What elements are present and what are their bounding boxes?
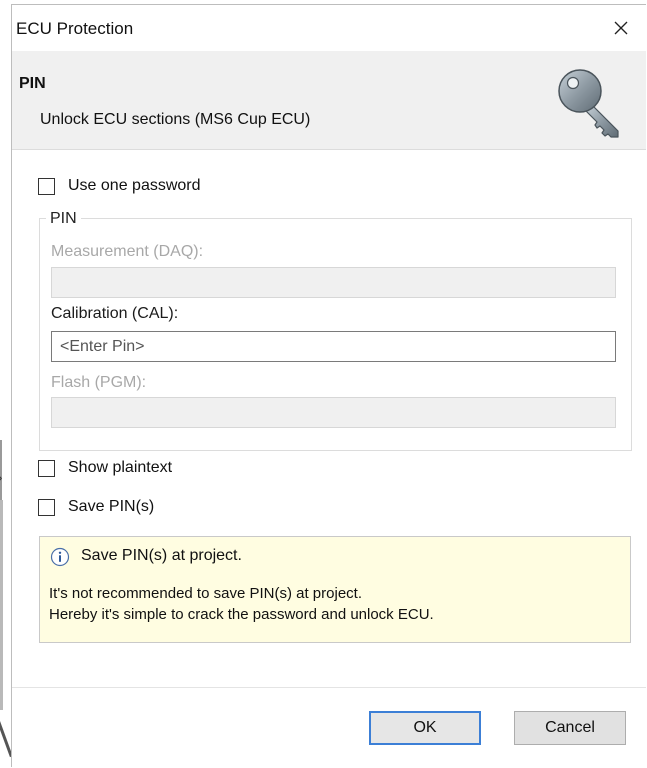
save-pins-label: Save PIN(s) [68, 498, 155, 515]
show-plaintext-checkbox[interactable] [38, 459, 55, 477]
measurement-input [52, 268, 615, 297]
use-one-password-label: Use one password [68, 177, 201, 194]
info-panel: Save PIN(s) at project. It's not recomme… [39, 536, 631, 643]
window-title: ECU Protection [16, 19, 134, 38]
save-pins-checkbox[interactable] [38, 498, 55, 516]
ok-button[interactable]: OK [369, 711, 481, 745]
calibration-field[interactable] [51, 331, 616, 362]
cancel-button[interactable]: Cancel [514, 711, 626, 745]
use-one-password-option[interactable]: Use one password [38, 175, 201, 197]
header-title: PIN [19, 75, 46, 92]
show-plaintext-option[interactable]: Show plaintext [38, 457, 172, 479]
dialog-header: PIN Unlock ECU sections (MS6 Cup ECU) [12, 51, 646, 150]
flash-label: Flash (PGM): [51, 374, 147, 391]
close-button[interactable] [606, 13, 636, 43]
background-window-glyph: › [0, 470, 2, 485]
flash-input [52, 398, 615, 427]
header-subtitle: Unlock ECU sections (MS6 Cup ECU) [40, 111, 311, 128]
background-window-scrollbar [0, 500, 3, 710]
ecu-protection-dialog: ECU Protection PIN Unlock ECU sections (… [11, 4, 646, 767]
background-window-edge: › [0, 0, 13, 768]
key-icon [558, 69, 619, 138]
use-one-password-checkbox[interactable] [38, 177, 55, 195]
calibration-input[interactable] [52, 332, 615, 361]
footer-separator [12, 687, 646, 688]
measurement-field [51, 267, 616, 298]
title-bar: ECU Protection [12, 5, 646, 51]
flash-field [51, 397, 616, 428]
save-pins-option[interactable]: Save PIN(s) [38, 496, 154, 518]
info-icon [50, 547, 70, 567]
close-icon [614, 21, 628, 35]
calibration-label: Calibration (CAL): [51, 305, 179, 322]
info-text-line2: Hereby it's simple to crack the password… [49, 606, 434, 623]
info-title: Save PIN(s) at project. [81, 547, 242, 564]
pin-group-legend: PIN [46, 210, 81, 228]
measurement-label: Measurement (DAQ): [51, 243, 204, 260]
show-plaintext-label: Show plaintext [68, 459, 173, 476]
info-text-line1: It's not recommended to save PIN(s) at p… [49, 585, 362, 602]
